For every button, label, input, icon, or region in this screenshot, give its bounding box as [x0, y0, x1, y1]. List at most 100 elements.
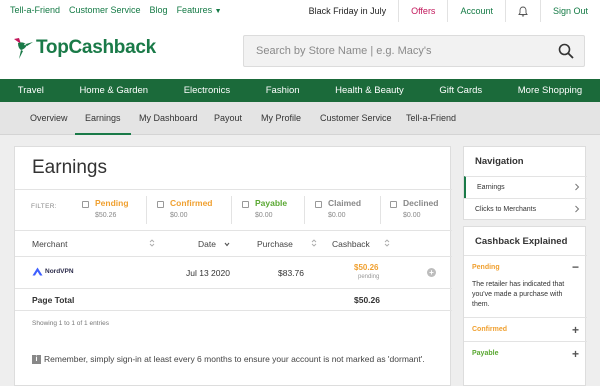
navigation-title: Navigation: [475, 156, 524, 167]
side-nav-label: Clicks to Merchants: [475, 206, 537, 213]
tab-my-profile[interactable]: My Profile: [261, 102, 301, 135]
payable-checkbox[interactable]: [242, 201, 249, 208]
logo-text: TopCashback: [36, 37, 156, 58]
row-status: pending: [358, 274, 380, 280]
nav-gift-cards[interactable]: Gift Cards: [439, 85, 482, 96]
features-label: Features: [176, 5, 213, 15]
navigation-panel: Navigation Earnings Clicks to Merchants: [463, 146, 587, 220]
black-friday-link[interactable]: Black Friday in July: [297, 0, 399, 22]
section-payable[interactable]: Payable +: [464, 341, 587, 365]
nav-health-beauty[interactable]: Health & Beauty: [335, 85, 404, 96]
hummingbird-icon: [14, 38, 33, 59]
store-search: [243, 35, 585, 67]
search-input[interactable]: [244, 36, 544, 66]
divider: [231, 196, 232, 224]
offers-link[interactable]: Offers: [398, 0, 447, 22]
sort-icon[interactable]: [384, 238, 390, 248]
filter-name: Confirmed: [170, 198, 213, 208]
divider: [304, 196, 305, 224]
col-date[interactable]: Date: [198, 239, 216, 249]
declined-checkbox[interactable]: [390, 201, 397, 208]
filter-amount: $0.00: [255, 212, 273, 219]
tab-my-dashboard[interactable]: My Dashboard: [139, 102, 198, 135]
table-row[interactable]: NordVPN Jul 13 2020 $83.76 $50.26 pendin…: [15, 257, 452, 289]
tell-a-friend-link[interactable]: Tell-a-Friend: [10, 5, 60, 15]
search-icon[interactable]: [558, 43, 574, 59]
sort-icon[interactable]: [311, 238, 317, 248]
tab-customer-service[interactable]: Customer Service: [320, 102, 392, 135]
side-nav-earnings[interactable]: Earnings: [464, 176, 587, 198]
row-date: Jul 13 2020: [186, 268, 230, 278]
earnings-filters: FILTER: Pending $50.26 Confirmed $0.00 P…: [15, 189, 452, 231]
site-header: TopCashback: [0, 22, 600, 79]
filter-amount: $0.00: [170, 212, 188, 219]
entries-count: Showing 1 to 1 of 1 entries: [32, 320, 109, 327]
cashback-explained-panel: Cashback Explained Pending − The retaile…: [463, 226, 587, 386]
expand-row-icon[interactable]: +: [427, 268, 436, 277]
blog-link[interactable]: Blog: [150, 5, 168, 15]
filter-amount: $50.26: [95, 212, 117, 219]
tab-overview[interactable]: Overview: [30, 102, 68, 135]
section-title: Payable: [472, 350, 499, 357]
reminder-text: Remember, simply sign-in at least every …: [44, 354, 425, 364]
chevron-right-icon: [575, 183, 580, 191]
nav-electronics[interactable]: Electronics: [184, 85, 230, 96]
section-title: Pending: [472, 264, 500, 271]
customer-service-link[interactable]: Customer Service: [69, 5, 141, 15]
divider: [380, 196, 381, 224]
nav-fashion[interactable]: Fashion: [266, 85, 300, 96]
cashback-explained-title: Cashback Explained: [475, 236, 568, 247]
nordvpn-logo: NordVPN: [32, 267, 74, 276]
nav-home-garden[interactable]: Home & Garden: [79, 85, 148, 96]
sort-desc-icon[interactable]: [224, 240, 230, 250]
filter-amount: $0.00: [403, 212, 421, 219]
page-total-row: Page Total $50.26: [15, 289, 452, 311]
side-nav-label: Earnings: [477, 184, 505, 191]
account-link[interactable]: Account: [447, 0, 505, 22]
topcashback-logo[interactable]: TopCashback: [12, 32, 156, 64]
collapse-icon[interactable]: −: [572, 261, 579, 273]
section-pending[interactable]: Pending − The retailer has indicated tha…: [464, 255, 587, 317]
col-merchant[interactable]: Merchant: [32, 239, 67, 249]
features-menu[interactable]: Features ▼: [177, 5, 222, 15]
filter-amount: $0.00: [328, 212, 346, 219]
sort-icon[interactable]: [149, 238, 155, 248]
section-description: The retailer has indicated that you've m…: [472, 281, 565, 308]
row-cashback: $50.26: [354, 263, 379, 272]
chevron-down-icon: ▼: [214, 8, 222, 15]
table-header: Merchant Date Purchase Cashback: [15, 231, 452, 257]
claimed-checkbox[interactable]: [315, 201, 322, 208]
main-category-nav: Travel Home & Garden Electronics Fashion…: [0, 79, 600, 102]
section-confirmed[interactable]: Confirmed +: [464, 317, 587, 341]
tab-payout[interactable]: Payout: [214, 102, 242, 135]
page-total-label: Page Total: [32, 295, 75, 305]
info-icon: i: [32, 354, 41, 364]
page-total-value: $50.26: [354, 295, 380, 305]
section-title: Confirmed: [472, 326, 507, 333]
top-utility-bar: Tell-a-Friend Customer Service Blog Feat…: [0, 0, 600, 22]
expand-icon[interactable]: +: [572, 348, 579, 360]
chevron-right-icon: [575, 205, 580, 213]
pending-checkbox[interactable]: [82, 201, 89, 208]
notifications-bell-icon[interactable]: [504, 0, 540, 22]
page-title: Earnings: [32, 157, 107, 178]
filter-name: Claimed: [328, 198, 362, 208]
tab-tell-a-friend[interactable]: Tell-a-Friend: [406, 102, 456, 135]
col-purchase[interactable]: Purchase: [257, 239, 293, 249]
tab-earnings[interactable]: Earnings: [75, 102, 131, 135]
merchant-name: NordVPN: [45, 268, 74, 275]
expand-icon[interactable]: +: [572, 324, 579, 336]
col-cashback[interactable]: Cashback: [332, 239, 370, 249]
sign-out-link[interactable]: Sign Out: [539, 0, 600, 22]
side-nav-clicks-to-merchants[interactable]: Clicks to Merchants: [464, 198, 587, 220]
nav-more-shopping[interactable]: More Shopping: [518, 85, 582, 96]
confirmed-checkbox[interactable]: [157, 201, 164, 208]
filter-label: FILTER:: [31, 203, 57, 210]
account-sub-nav: Overview Earnings My Dashboard Payout My…: [0, 102, 600, 135]
nav-travel[interactable]: Travel: [18, 85, 44, 96]
dormant-reminder: i Remember, simply sign-in at least ever…: [32, 354, 425, 364]
filter-name: Payable: [255, 198, 288, 208]
nordvpn-mountain-icon: [32, 267, 43, 276]
filter-name: Declined: [403, 198, 439, 208]
divider: [146, 196, 147, 224]
